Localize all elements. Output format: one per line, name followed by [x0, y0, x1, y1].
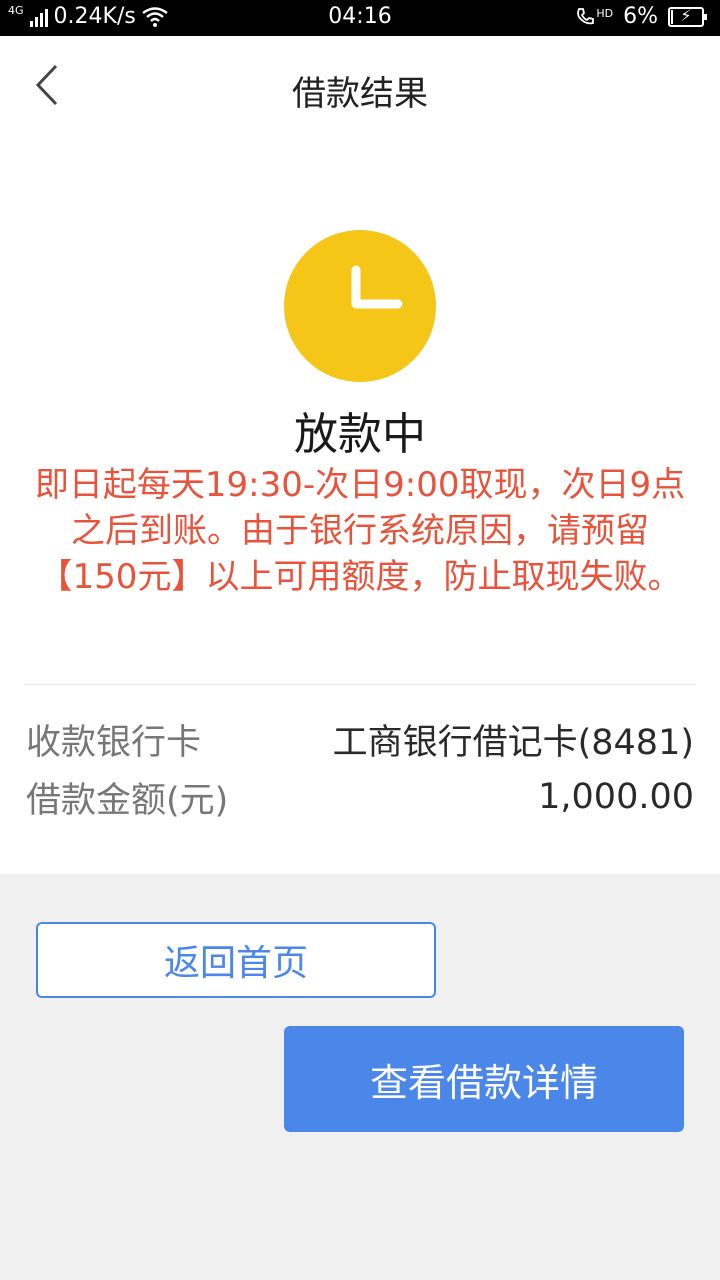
result-panel: 放款中 即日起每天19:30-次日9:00取现，次日9点之后到账。由于银行系统原…	[0, 136, 720, 874]
divider	[24, 684, 696, 685]
status-right: HD 6% ⚡	[575, 4, 707, 29]
status-title: 放款中	[294, 409, 426, 460]
detail-value: 1,000.00	[538, 777, 694, 817]
battery-charging-icon: ⚡	[668, 6, 707, 27]
withdraw-notice: 即日起每天19:30-次日9:00取现，次日9点之后到账。由于银行系统原因，请预…	[34, 465, 686, 597]
view-loan-details-button[interactable]: 查看借款详情	[284, 1026, 684, 1132]
status-bar: 4G 0.24K/s 04:16 HD 6% ⚡	[0, 0, 720, 36]
hd-badge: HD	[596, 6, 614, 20]
return-home-button[interactable]: 返回首页	[36, 922, 436, 998]
detail-label: 收款银行卡	[26, 722, 202, 763]
detail-row-amount: 借款金额(元) 1,000.00	[26, 772, 694, 822]
battery-percent: 6%	[623, 4, 658, 29]
phone-hd-icon: HD	[575, 7, 613, 27]
detail-label: 借款金额(元)	[26, 780, 229, 821]
page-title: 借款结果	[292, 74, 428, 114]
clock-icon	[284, 230, 436, 382]
app-header: 借款结果	[0, 36, 720, 136]
detail-row-bank-card: 收款银行卡 工商银行借记卡(8481)	[26, 714, 694, 764]
detail-value: 工商银行借记卡(8481)	[332, 722, 694, 763]
